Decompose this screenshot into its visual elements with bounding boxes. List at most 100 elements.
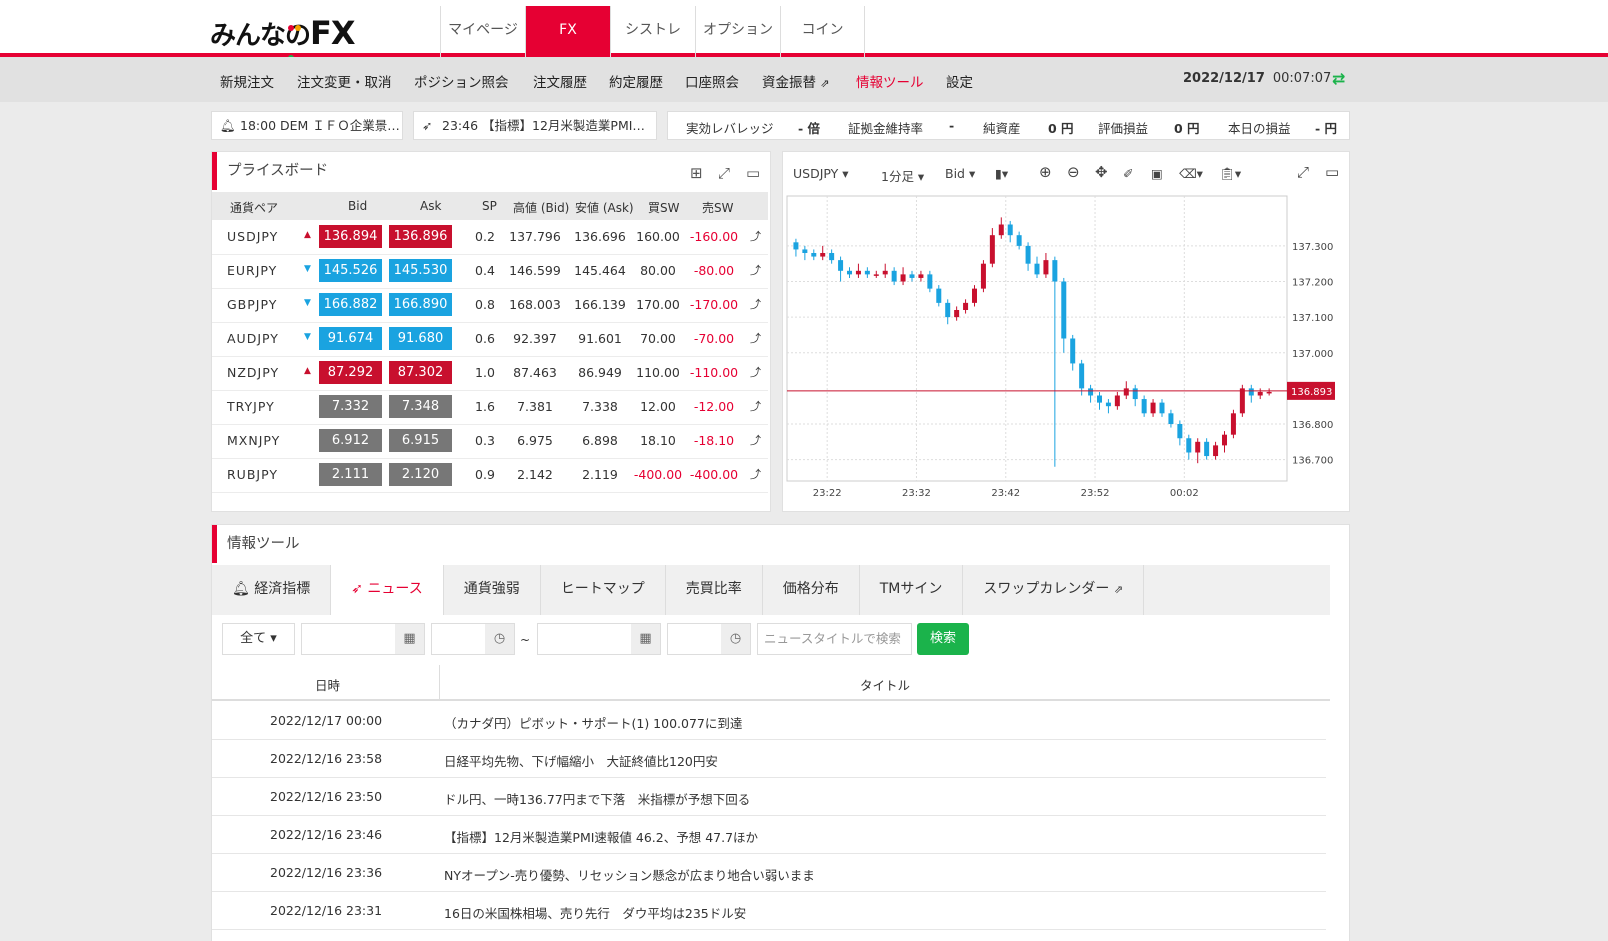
- ask-button[interactable]: 87.302: [389, 361, 452, 384]
- ask-button[interactable]: 91.680: [389, 327, 452, 350]
- price-row[interactable]: EURJPY ▼ 145.526 145.530 0.4 146.599 145.464 80…: [212, 254, 768, 289]
- tab-coin[interactable]: コイン: [780, 6, 865, 57]
- chart-monitor-icon[interactable]: ▭: [1325, 163, 1339, 181]
- news-row[interactable]: 2022/12/16 23:36 NYオープン-売り優勢、リセッション懸念が広まり…: [212, 854, 1326, 892]
- tab-currency-strength[interactable]: 通貨強弱: [444, 565, 541, 615]
- mini-chart-icon[interactable]: ⤴: [750, 398, 761, 414]
- symbol-select[interactable]: USDJPY ▾: [793, 166, 849, 181]
- start-time-input[interactable]: ◷: [431, 623, 515, 655]
- ask-button[interactable]: 166.890: [389, 293, 452, 316]
- tab-option[interactable]: オプション: [695, 6, 780, 57]
- price-row[interactable]: RUBJPY 2.111 2.120 0.9 2.142 2.119 -400.00 -400…: [212, 458, 768, 493]
- bid-button[interactable]: 6.912: [319, 429, 382, 452]
- nav-new-order[interactable]: 新規注文: [220, 71, 274, 91]
- ask-button[interactable]: 136.896: [389, 225, 452, 248]
- zoom-in-icon[interactable]: ⊕: [1039, 163, 1052, 181]
- monitor-icon[interactable]: ▭: [746, 164, 760, 182]
- news-row[interactable]: 2022/12/16 23:50 ドル円、一時136.77円まで下落 米指標が予想…: [212, 778, 1326, 816]
- bid-button[interactable]: 166.882: [319, 293, 382, 316]
- tab-price-distribution[interactable]: 価格分布: [763, 565, 860, 615]
- nav-modify-order[interactable]: 注文変更・取消: [297, 71, 392, 91]
- expand-chart-icon[interactable]: ⤢: [1297, 163, 1309, 181]
- expand-icon[interactable]: ⤢: [718, 164, 730, 182]
- mini-chart-icon[interactable]: ⤴: [750, 432, 761, 448]
- ticker-indicator[interactable]: 🔔︎ 18:00 DEM ＩＦＯ企業景…: [211, 111, 403, 140]
- news-title[interactable]: 日経平均先物、下げ幅縮小 大証終値比120円安: [444, 751, 718, 770]
- mini-chart-icon[interactable]: ⤴: [750, 466, 761, 482]
- nav-trade-history[interactable]: 約定履歴: [609, 71, 663, 91]
- bid-button[interactable]: 87.292: [319, 361, 382, 384]
- bid-button[interactable]: 136.894: [319, 225, 382, 248]
- nav-positions[interactable]: ポジション照会: [414, 71, 509, 91]
- tab-trade-ratio[interactable]: 売買比率: [666, 565, 763, 615]
- tab-mypage[interactable]: マイページ: [440, 6, 525, 57]
- price-row[interactable]: NZDJPY ▲ 87.292 87.302 1.0 87.463 86.949 110.00…: [212, 356, 768, 391]
- news-row[interactable]: 2022/12/17 00:00 （カナダ円）ピボット・サポート(1) 100.0…: [212, 702, 1326, 740]
- draw-tool-icon[interactable]: ✐: [1123, 166, 1133, 181]
- search-button[interactable]: 検索: [917, 623, 969, 655]
- grid-view-icon[interactable]: ⊞: [690, 164, 703, 182]
- price-row[interactable]: AUDJPY ▼ 91.674 91.680 0.6 92.397 91.601 70.00 -…: [212, 322, 768, 357]
- mini-chart-icon[interactable]: ⤴: [750, 364, 761, 380]
- ticker-news[interactable]: ➶ 23:46 【指標】12月米製造業PMI…: [413, 111, 657, 140]
- clock-icon[interactable]: ◷: [721, 624, 750, 654]
- zoom-out-icon[interactable]: ⊖: [1067, 163, 1080, 181]
- tab-heatmap[interactable]: ヒートマップ: [541, 565, 666, 615]
- nav-settings[interactable]: 設定: [946, 71, 973, 91]
- candlestick-chart[interactable]: 23:22 23:32 23:42 23:52 00:02 137.300 137.200 1…: [783, 192, 1351, 512]
- price-row[interactable]: GBPJPY ▼ 166.882 166.890 0.8 168.003 166.139 17…: [212, 288, 768, 323]
- news-search-input[interactable]: ニュースタイトルで検索: [757, 623, 912, 655]
- mini-chart-icon[interactable]: ⤴: [750, 330, 761, 346]
- nav-order-history[interactable]: 注文履歴: [533, 71, 587, 91]
- nav-transfer[interactable]: 資金振替 ⇗: [762, 71, 830, 91]
- end-time-input[interactable]: ◷: [667, 623, 751, 655]
- price-row[interactable]: USDJPY ▲ 136.894 136.896 0.2 137.796 136.696 16…: [212, 220, 768, 255]
- side-select[interactable]: Bid ▾: [945, 166, 975, 181]
- ask-button[interactable]: 2.120: [389, 463, 452, 486]
- clipboard-icon[interactable]: 📋︎▾: [1219, 166, 1241, 182]
- timeframe-select[interactable]: 1分足 ▾: [881, 166, 924, 185]
- delete-drawing-icon[interactable]: ⌫▾: [1179, 166, 1203, 181]
- news-title[interactable]: NYオープン-売り優勢、リセッション懸念が広まり地合い弱いまま: [444, 865, 815, 884]
- tab-news[interactable]: ➶ ニュース: [331, 565, 444, 615]
- calendar-icon[interactable]: ▦: [395, 624, 424, 654]
- mini-chart-icon[interactable]: ⤴: [750, 262, 761, 278]
- price-row[interactable]: TRYJPY 7.332 7.348 1.6 7.381 7.338 12.00 -12.00…: [212, 390, 768, 425]
- mini-chart-icon[interactable]: ⤴: [750, 296, 761, 312]
- news-title[interactable]: 【指標】12月米製造業PMI速報値 46.2、予想 47.7ほか: [444, 827, 758, 846]
- bid-button[interactable]: 2.111: [319, 463, 382, 486]
- news-row[interactable]: 2022/12/16 23:58 日経平均先物、下げ幅縮小 大証終値比120円安: [212, 740, 1326, 778]
- clock-icon[interactable]: ◷: [485, 624, 514, 654]
- tab-economic-indicators[interactable]: 🔔︎ 経済指標: [212, 565, 332, 615]
- tab-tm-sign[interactable]: TMサイン: [860, 565, 964, 615]
- crosshair-icon[interactable]: ✥: [1095, 163, 1108, 181]
- nav-account[interactable]: 口座照会: [685, 71, 739, 91]
- news-title[interactable]: （カナダ円）ピボット・サポート(1) 100.077に到達: [444, 713, 742, 732]
- ask-button[interactable]: 145.530: [389, 259, 452, 282]
- start-date-input[interactable]: ▦: [301, 623, 425, 655]
- news-title[interactable]: ドル円、一時136.77円まで下落 米指標が予想下回る: [444, 789, 750, 808]
- news-title[interactable]: 16日の米国株相場、売り先行 ダウ平均は235ドル安: [444, 903, 746, 922]
- mini-chart-icon[interactable]: ⤴: [750, 228, 761, 244]
- news-row[interactable]: 2022/12/16 23:31 16日の米国株相場、売り先行 ダウ平均は235ド…: [212, 892, 1326, 930]
- candle-type-icon[interactable]: ▮▾: [995, 166, 1008, 181]
- price-row[interactable]: MXNJPY 6.912 6.915 0.3 6.975 6.898 18.10 -18.10…: [212, 424, 768, 459]
- news-row[interactable]: 2022/12/16 23:46 【指標】12月米製造業PMI速報値 46.2、予…: [212, 816, 1326, 854]
- category-select[interactable]: 全て ▾: [222, 623, 295, 655]
- end-date-input[interactable]: ▦: [537, 623, 661, 655]
- candle-body: [891, 270, 897, 282]
- ask-button[interactable]: 7.348: [389, 395, 452, 418]
- bid-button[interactable]: 7.332: [319, 395, 382, 418]
- tab-fx[interactable]: FX: [525, 6, 610, 57]
- tab-swap-calendar[interactable]: スワップカレンダー ⇗: [963, 565, 1145, 615]
- save-icon[interactable]: ▣: [1151, 166, 1163, 181]
- cell-sp: 1.0: [475, 365, 495, 380]
- bid-button[interactable]: 91.674: [319, 327, 382, 350]
- refresh-arrows-icon[interactable]: ⇄: [1332, 69, 1345, 88]
- calendar-icon[interactable]: ▦: [631, 624, 660, 654]
- ask-button[interactable]: 6.915: [389, 429, 452, 452]
- nav-info-tools[interactable]: 情報ツール: [856, 71, 924, 91]
- bid-button[interactable]: 145.526: [319, 259, 382, 282]
- tab-systrade[interactable]: シストレ: [610, 6, 695, 57]
- logo[interactable]: みんなのFX: [210, 14, 356, 61]
